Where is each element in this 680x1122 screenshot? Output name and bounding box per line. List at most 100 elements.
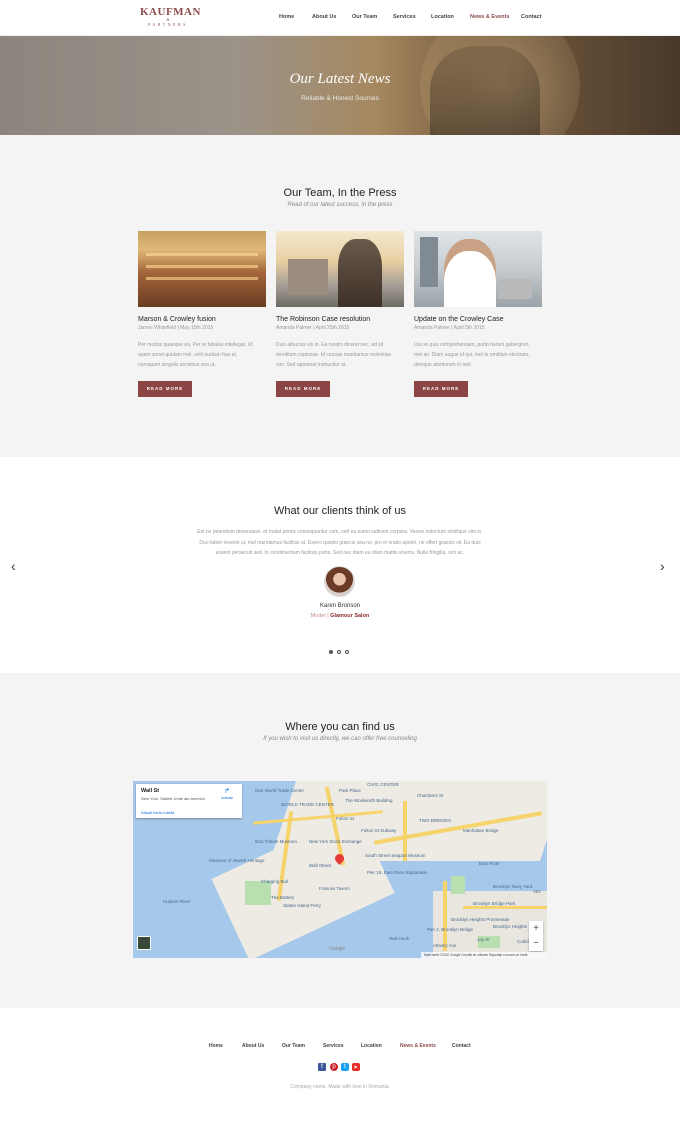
map-label: The Woolworth Building xyxy=(345,798,393,803)
twitter-icon[interactable]: t xyxy=(341,1063,349,1071)
nav-item-services[interactable]: Services xyxy=(393,14,416,20)
map-label: Staten Island Ferry xyxy=(283,903,322,908)
press-subtitle: Read of our latest success, in the press xyxy=(287,202,393,208)
press-section: Our Team, In the Press Read of our lates… xyxy=(0,135,680,457)
map-label: East River xyxy=(479,861,500,866)
client-role: Model | Glamour Salon xyxy=(310,613,370,619)
excerpt-line: mei an. Diam augue id qui, mel te omitta… xyxy=(414,352,530,358)
hero-title: Our Latest News xyxy=(289,71,391,87)
zoom-in-button[interactable]: + xyxy=(529,921,543,936)
excerpt-line: Per modus quaeque eu. Per te fabulas int… xyxy=(138,342,253,348)
larger-map-link[interactable]: Afișați harta mărită xyxy=(141,810,174,815)
carousel-dots xyxy=(329,650,353,656)
press-card-title[interactable]: Marson & Crowley fusion xyxy=(138,316,266,323)
footer-nav-services[interactable]: Services xyxy=(323,1043,344,1049)
footer-nav-contact[interactable]: Contact xyxy=(452,1043,471,1049)
testimonials-section: What our clients think of us Est ne pete… xyxy=(0,457,680,673)
map-label: Charging Bull xyxy=(261,879,289,884)
map-attribution[interactable]: Date hartă ©2020 Google Condiții de util… xyxy=(421,952,547,958)
testimonials-title: What our clients think of us xyxy=(273,505,407,517)
directions-button[interactable]: ↱ Indicații xyxy=(218,788,236,800)
press-card-title[interactable]: The Robinson Case resolution xyxy=(276,316,404,323)
location-section: Where you can find us If you wish to vis… xyxy=(0,673,680,1008)
map-zoom-controls: + − xyxy=(529,921,543,951)
press-card-title[interactable]: Update on the Crowley Case xyxy=(414,316,542,323)
map-satellite-toggle[interactable] xyxy=(137,936,151,950)
nav-item-location[interactable]: Location xyxy=(431,14,454,20)
press-card-meta: James Whitefield | May 15th 2015 xyxy=(138,325,214,331)
client-name: Karen Bronson xyxy=(319,603,361,609)
youtube-icon[interactable]: ▶ xyxy=(352,1063,360,1071)
map-label: Fulton St xyxy=(336,816,355,821)
zoom-out-button[interactable]: − xyxy=(529,936,543,951)
map-info-box: Wall St New York, Statele Unite ale Amer… xyxy=(136,784,242,818)
nav-item-our-team[interactable]: Our Team xyxy=(352,14,377,20)
excerpt-line: numquam singulis sensibus sea ut. xyxy=(138,362,216,368)
facebook-icon[interactable]: f xyxy=(318,1063,326,1071)
quote-line: Duo tation inveniri ut, mel mandamus fac… xyxy=(199,539,481,546)
nav-item-contact[interactable]: Contact xyxy=(521,14,541,20)
carousel-dot[interactable] xyxy=(329,650,333,654)
google-map[interactable]: CIVIC CENTER One World Trade Center Park… xyxy=(133,781,547,958)
copyright: Company name. Made with love in Romania. xyxy=(290,1084,390,1090)
carousel-next-arrow-icon[interactable]: › xyxy=(660,558,665,574)
map-label: 9/11 Tribute Museum xyxy=(255,839,297,844)
excerpt-line: Duis albucius vis in. Ea nostro diceret … xyxy=(276,342,384,348)
map-label: Jay St xyxy=(477,937,490,942)
footer-nav-news-events[interactable]: News & Events xyxy=(400,1043,436,1049)
map-label: Red Hook xyxy=(389,936,410,941)
map-label: Pier 15, East River Esplanade xyxy=(367,870,428,875)
press-card-excerpt: Per modus quaeque eu. Per te fabulas int… xyxy=(138,340,266,370)
footer-nav-about-us[interactable]: About Us xyxy=(242,1043,264,1049)
press-card-image[interactable] xyxy=(138,231,266,307)
map-label: Brooklyn Bridge Park xyxy=(473,901,516,906)
location-title: Where you can find us xyxy=(285,721,395,733)
map-label: One World Trade Center xyxy=(255,788,304,793)
press-card: Update on the Crowley Case Amanda Palmer… xyxy=(414,231,542,397)
map-label: Park Place xyxy=(339,788,361,793)
press-card: Marson & Crowley fusion James Whitefield… xyxy=(138,231,266,397)
map-label: South Street Seaport Museum xyxy=(365,853,426,858)
read-more-button[interactable]: READ MORE xyxy=(276,381,330,397)
map-label: Fulton St Subway xyxy=(361,828,397,833)
read-more-button[interactable]: READ MORE xyxy=(414,381,468,397)
pinterest-icon[interactable]: p xyxy=(330,1063,338,1071)
map-label: Hudson River xyxy=(163,899,191,904)
client-avatar xyxy=(324,566,355,597)
location-subtitle: If you wish to visit us directly, we can… xyxy=(263,736,417,742)
map-label: Wall Street xyxy=(309,863,331,868)
carousel-dot[interactable] xyxy=(345,650,349,654)
excerpt-line: vim. Sed appareat instructior at. xyxy=(276,362,347,368)
social-links: f p t ▶ xyxy=(318,1063,364,1073)
press-card-image[interactable] xyxy=(414,231,542,307)
site-footer: Home About Us Our Team Services Location… xyxy=(0,1008,680,1122)
map-label: The Battery xyxy=(271,895,295,900)
carousel-prev-arrow-icon[interactable]: ‹ xyxy=(11,558,16,574)
excerpt-line: quam sonet quidam mel, velit audiam has … xyxy=(138,352,238,358)
map-label: WORLD TRADE CENTER xyxy=(281,802,334,807)
map-label: Brooklyn Heights Promenade xyxy=(451,917,510,922)
quote-line: essent persecuti sed. In condimentum fac… xyxy=(215,550,465,556)
read-more-button[interactable]: READ MORE xyxy=(138,381,192,397)
google-logo: Google xyxy=(329,946,346,952)
excerpt-line: mentitum copiosae. Id causae mandamus mo… xyxy=(276,352,392,358)
footer-nav-location[interactable]: Location xyxy=(361,1043,382,1049)
press-card-meta: Amanda Palmer | April 5th 2015 xyxy=(414,325,485,331)
client-company[interactable]: Glamour Salon xyxy=(330,613,369,619)
press-card: The Robinson Case resolution Amanda Palm… xyxy=(276,231,404,397)
excerpt-line: denique atomorum in mel. xyxy=(414,362,472,368)
nav-item-home[interactable]: Home xyxy=(279,14,294,20)
map-place-address: New York, Statele Unite ale Americii xyxy=(141,796,205,801)
map-label: Atlantic Ave xyxy=(433,943,457,948)
nav-item-about-us[interactable]: About Us xyxy=(312,14,336,20)
map-label: Pier 2, Brooklyn Bridge xyxy=(427,927,474,932)
carousel-dot[interactable] xyxy=(337,650,341,654)
footer-nav-our-team[interactable]: Our Team xyxy=(282,1043,305,1049)
directions-label: Indicații xyxy=(221,796,233,800)
main-nav: Home About Us Our Team Services Location… xyxy=(0,14,680,24)
footer-nav-home[interactable]: Home xyxy=(209,1043,223,1049)
quote-line: Est ne petentium deseruisse, et mutat pr… xyxy=(197,529,483,535)
nav-item-news-events[interactable]: News & Events xyxy=(470,14,509,20)
directions-icon: ↱ xyxy=(224,788,230,795)
press-card-image[interactable] xyxy=(276,231,404,307)
